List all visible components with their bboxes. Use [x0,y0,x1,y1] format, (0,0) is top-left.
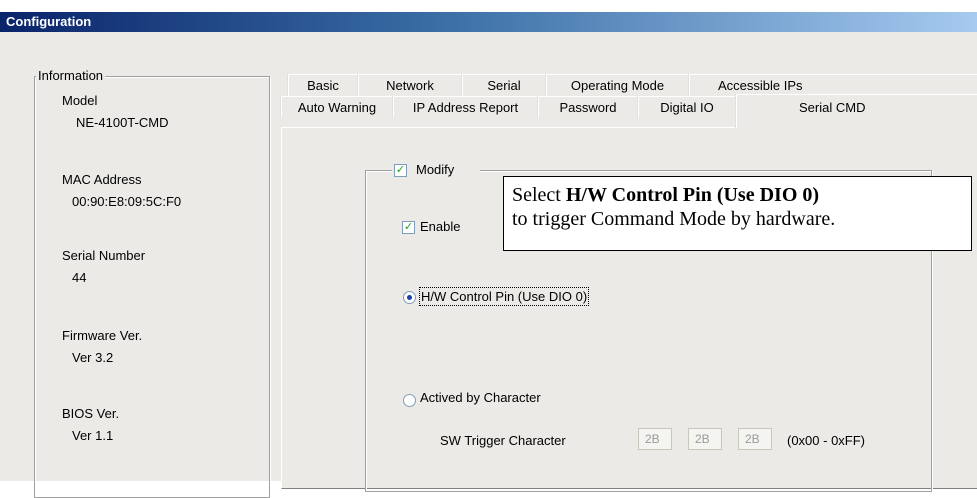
mac-label: MAC Address [62,172,142,187]
tab-basic[interactable]: Basic [288,74,358,96]
model-value: NE-4100T-CMD [76,115,169,130]
tab-accessible-ips[interactable]: Accessible IPs [689,74,977,96]
sw-trigger-range: (0x00 - 0xFF) [787,433,866,448]
bios-value: Ver 1.1 [72,428,114,443]
tab-ip-address-report[interactable]: IP Address Report [393,96,538,118]
enable-label: Enable [420,219,461,234]
hw-control-pin-radio[interactable] [403,291,416,304]
information-legend: Information [36,68,106,83]
sw-trigger-char-3[interactable]: 2B [738,428,772,450]
instruction-callout: Select H/W Control Pin (Use DIO 0) to tr… [503,176,972,251]
modify-label: Modify [416,162,455,177]
sw-trigger-char-1[interactable]: 2B [638,428,672,450]
sw-trigger-char-2[interactable]: 2B [688,428,722,450]
callout-line-1: Select H/W Control Pin (Use DIO 0) [512,183,963,207]
callout-bold: H/W Control Pin (Use DIO 0) [565,184,820,206]
checkmark-icon: ✓ [403,221,414,233]
hw-control-pin-label[interactable]: H/W Control Pin (Use DIO 0) [419,287,590,306]
actived-by-character-radio[interactable] [403,394,416,407]
bios-label: BIOS Ver. [62,406,120,421]
enable-checkbox[interactable]: ✓ [402,221,415,234]
radio-dot-icon [407,295,412,300]
modify-checkbox[interactable]: ✓ [394,164,407,177]
clipped-heading-fragment: ​ [0,0,160,12]
information-group [34,76,270,498]
tab-auto-warning[interactable]: Auto Warning [281,96,393,118]
tab-operating-mode[interactable]: Operating Mode [546,74,689,96]
tab-digital-io[interactable]: Digital IO [638,96,736,118]
tab-serial-cmd[interactable]: Serial CMD [736,94,977,128]
modify-legend: ✓ Modify [392,162,480,180]
checkmark-icon: ✓ [395,164,406,176]
tab-network[interactable]: Network [358,74,462,96]
mac-value: 00:90:E8:09:5C:F0 [72,194,182,209]
callout-line-2: to trigger Command Mode by hardware. [512,208,836,230]
tab-serial[interactable]: Serial [462,74,546,96]
firmware-value: Ver 3.2 [72,350,114,365]
sw-trigger-label: SW Trigger Character [440,433,566,448]
window-title: Configuration [6,14,92,29]
model-label: Model [62,93,98,108]
actived-by-character-label[interactable]: Actived by Character [420,390,541,405]
firmware-label: Firmware Ver. [62,328,143,343]
serial-number-value: 44 [72,270,87,285]
title-bar: Configuration [0,12,977,32]
callout-prefix: Select [512,184,566,206]
tab-password[interactable]: Password [538,96,638,118]
serial-number-label: Serial Number [62,248,146,263]
